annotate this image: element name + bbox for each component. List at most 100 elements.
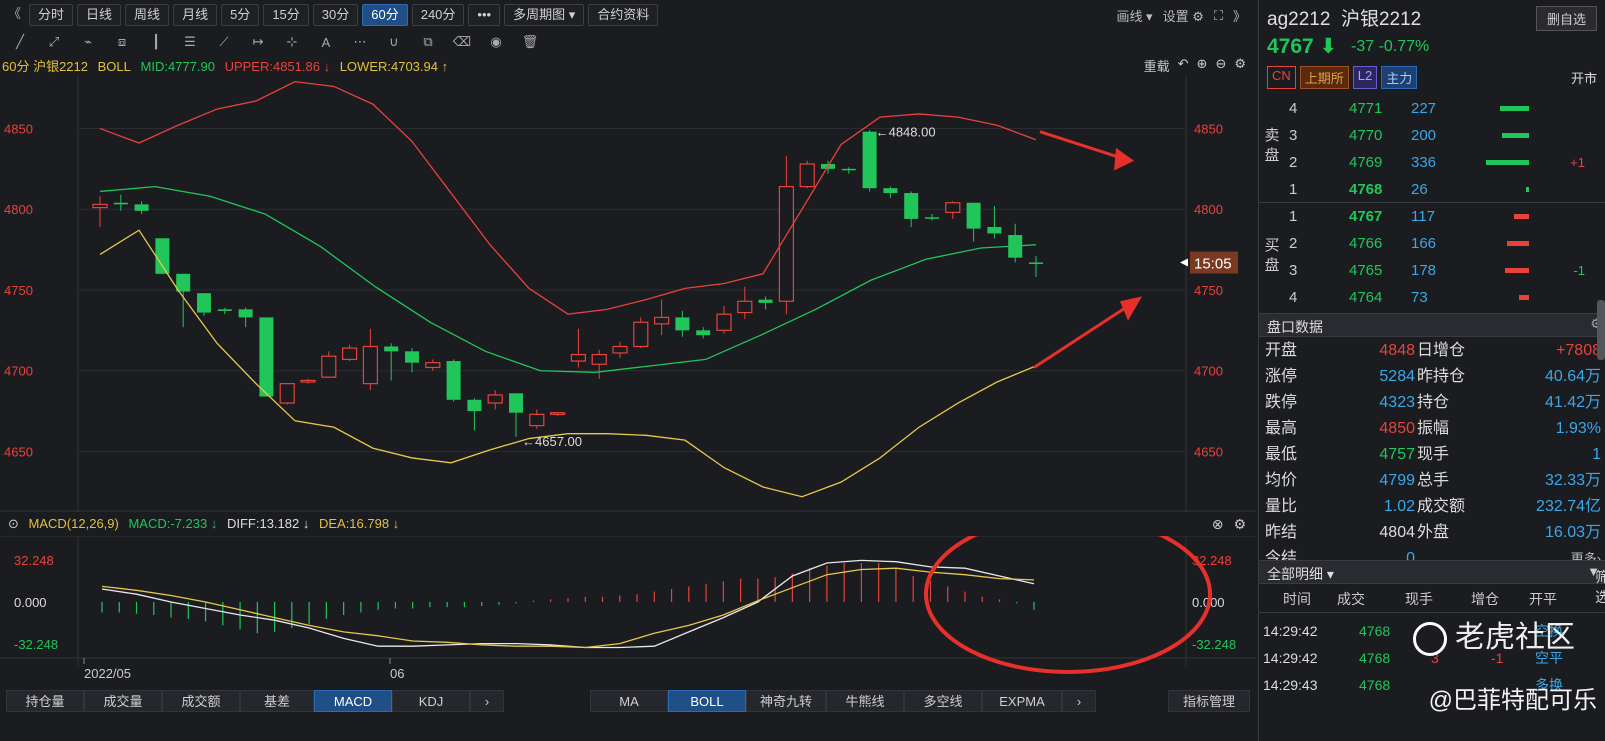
zoom-in-icon[interactable]: ⊕	[1197, 56, 1208, 75]
detail-filter-menu[interactable]: 全部明细 ▾	[1267, 564, 1334, 584]
settings-label: 设置	[1162, 9, 1189, 24]
candle-body	[384, 346, 399, 352]
period-tab[interactable]: 月线	[173, 4, 218, 26]
level-label: 4	[1289, 289, 1298, 306]
pankou-value: 5284	[1379, 368, 1415, 385]
annotation-arrow-upper	[1039, 130, 1121, 159]
annotation-arrow-lower	[1033, 304, 1129, 369]
fan-tool-icon[interactable]: ⟋	[214, 34, 234, 50]
undo-icon[interactable]: ↶	[1178, 56, 1189, 75]
period-tab[interactable]: 30分	[312, 4, 359, 26]
multi-period-button[interactable]: 多周期图 ▾	[504, 4, 585, 26]
level-price: 4765	[1349, 262, 1383, 279]
channel-tool-icon[interactable]: ⊹	[282, 34, 302, 50]
scrollbar[interactable]	[1597, 300, 1605, 360]
line-tool-icon[interactable]: ╱	[10, 34, 30, 50]
indicator-tab[interactable]: 持仓量	[6, 690, 84, 712]
level-label: 3	[1289, 262, 1298, 279]
overlay-tab[interactable]: ›	[1062, 690, 1096, 712]
trash-icon[interactable]: 🗑	[520, 34, 540, 50]
overlay-tab[interactable]: 牛熊线	[826, 690, 904, 712]
more-periods-button[interactable]: •••	[468, 4, 501, 26]
candle-body	[362, 345, 378, 385]
level-volume: 227	[1411, 100, 1437, 117]
y-tick-label-right: 4850	[1194, 121, 1223, 136]
period-tab[interactable]: 15分	[263, 4, 309, 26]
level-price: 4766	[1349, 235, 1383, 252]
candle-body	[134, 204, 149, 211]
contract-tags: CN 上期所 L2 主力	[1267, 66, 1418, 89]
indicator-tab[interactable]: 成交额	[162, 690, 240, 712]
period-tab[interactable]: 日线	[77, 4, 122, 26]
order-book-row: 3 4765 178 -1	[1287, 258, 1597, 284]
more-tools-icon[interactable]: ⋯	[350, 34, 370, 50]
zoom-out-icon[interactable]: ⊖	[1215, 56, 1226, 75]
indicator-name[interactable]: BOLL	[98, 59, 131, 74]
bars-tool-icon[interactable]: ┃	[146, 34, 166, 50]
candle-body	[279, 383, 295, 404]
eraser-icon[interactable]: ⌫	[452, 34, 472, 50]
period-tab[interactable]: 周线	[125, 4, 170, 26]
candlestick-chart[interactable]: 4850 4850 4800 4800 4750 4750 4700 4700 4650 4650…	[0, 76, 1256, 512]
remove-favorite-button[interactable]: 删自选	[1535, 6, 1597, 31]
text-tool-icon[interactable]: A	[316, 35, 336, 50]
settings-button[interactable]: 设置 ⚙	[1163, 6, 1204, 25]
draw-menu[interactable]: 画线 ▾	[1116, 6, 1152, 25]
overlay-tab[interactable]: BOLL	[668, 690, 746, 712]
collapse-left-icon[interactable]: 《	[4, 4, 25, 26]
measure-tool-icon[interactable]: ↦	[248, 34, 268, 50]
pankou-value: 1.93%	[1555, 420, 1601, 437]
level-volume: 178	[1411, 262, 1437, 279]
close-icon[interactable]: ⊗	[1212, 516, 1224, 533]
gear-icon[interactable]: ⚙	[1234, 56, 1246, 75]
indicator-tab[interactable]: 成交量	[84, 690, 162, 712]
expand-right-icon[interactable]: 》	[1233, 6, 1246, 25]
overlay-tab[interactable]: 多空线	[904, 690, 982, 712]
period-tab[interactable]: 240分	[411, 4, 465, 26]
indicator-tab[interactable]: ›	[470, 690, 504, 712]
filter-button[interactable]: 筛选 ▼	[1587, 564, 1605, 605]
high-price-label: ←4848.00	[876, 125, 936, 140]
indicator-tab[interactable]: KDJ	[392, 690, 470, 712]
pankou-value: 32.33万	[1544, 472, 1601, 489]
pankou-value: 232.74亿	[1536, 498, 1601, 515]
candle-body	[841, 168, 856, 171]
overlay-tab[interactable]: MA	[590, 690, 668, 712]
pankou-key: 持仓	[1417, 394, 1450, 411]
multi-line-tool-icon[interactable]: ⌁	[78, 34, 98, 50]
pankou-key: 均价	[1265, 472, 1298, 489]
pankou-key: 成交额	[1417, 498, 1466, 515]
gear-icon[interactable]: ⚙	[1233, 516, 1246, 533]
indicator-management-button[interactable]: 指标管理	[1168, 690, 1250, 712]
fullscreen-icon[interactable]: ⛶	[1214, 8, 1223, 24]
contract-info-button[interactable]: 合约资料	[588, 4, 659, 26]
rect-tool-icon[interactable]: ⧈	[112, 34, 132, 50]
reload-button[interactable]: 重载	[1144, 56, 1170, 75]
overlay-tab[interactable]: 神奇九转	[746, 690, 826, 712]
macd-chart[interactable]: 32.248 32.2480.000 0.000-32.248 -32.2482022…	[0, 536, 1256, 690]
volume-bar	[1526, 187, 1529, 192]
candle-body	[904, 193, 919, 219]
period-tab[interactable]: 60分	[362, 4, 408, 26]
period-tab[interactable]: 分时	[29, 4, 74, 26]
detail-column-header: 增仓	[1471, 591, 1499, 607]
level-price: 4771	[1349, 100, 1383, 117]
overlay-tab[interactable]: EXPMA	[982, 690, 1062, 712]
indicator-tab[interactable]: MACD	[314, 690, 392, 712]
period-tab[interactable]: 5分	[221, 4, 260, 26]
ray-tool-icon[interactable]: ⤢	[44, 34, 64, 50]
collapse-icon[interactable]: ⊙	[8, 516, 19, 531]
fib-tool-icon[interactable]: ☰	[180, 34, 200, 50]
detail-column-header: 现手	[1405, 591, 1433, 607]
magnet-icon[interactable]: ∪	[384, 34, 404, 50]
y-tick-label: 4750	[4, 283, 33, 298]
y-tick-label-right: -32.248	[1192, 637, 1236, 652]
indicator-tab[interactable]: 基差	[240, 690, 314, 712]
candle-body	[696, 330, 711, 336]
y-tick-label: 0.000	[14, 595, 47, 610]
order-book-row: 1 4768 26	[1287, 177, 1597, 203]
layers-icon[interactable]: ⧉	[418, 34, 438, 50]
macd-name[interactable]: MACD(12,26,9)	[29, 516, 119, 531]
eye-icon[interactable]: ◉	[486, 34, 506, 50]
candle-body	[446, 361, 461, 400]
